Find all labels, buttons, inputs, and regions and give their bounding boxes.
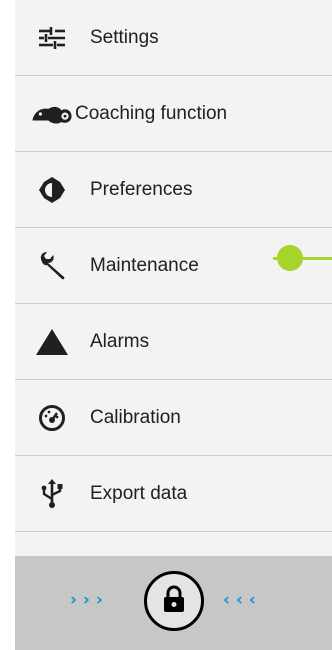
right-chevrons: ‹ ‹ ‹ bbox=[223, 590, 256, 610]
padlock-icon bbox=[163, 585, 185, 618]
unlock-button[interactable] bbox=[144, 571, 204, 631]
menu-item-alarms[interactable]: Alarms bbox=[15, 304, 332, 380]
gauge-icon bbox=[31, 398, 73, 438]
menu-item-label: Alarms bbox=[90, 330, 150, 352]
menu-item-calibration[interactable]: Calibration bbox=[15, 380, 332, 456]
menu-item-preferences[interactable]: Preferences bbox=[15, 152, 332, 228]
menu-item-label: Coaching function bbox=[75, 102, 228, 124]
brightness-icon bbox=[31, 170, 73, 210]
wrench-icon bbox=[31, 246, 73, 286]
menu-item-label: Preferences bbox=[90, 178, 193, 200]
lock-bar: › › › ‹ ‹ ‹ bbox=[15, 556, 332, 650]
menu-item-export-data[interactable]: Export data bbox=[15, 456, 332, 532]
usb-icon bbox=[31, 474, 73, 514]
sliders-icon bbox=[31, 18, 73, 58]
connector-dot bbox=[277, 245, 303, 271]
left-chevrons: › › › bbox=[70, 590, 103, 610]
menu-item-label: Export data bbox=[90, 482, 188, 504]
menu-item-coaching-function[interactable]: Coaching function bbox=[15, 76, 332, 152]
menu-item-settings[interactable]: Settings bbox=[15, 0, 332, 76]
menu-item-label: Calibration bbox=[90, 406, 181, 428]
warning-triangle-icon bbox=[31, 322, 73, 362]
chameleon-icon bbox=[31, 94, 73, 134]
side-menu: Settings Coaching function Preferences M… bbox=[15, 0, 332, 556]
menu-item-label: Maintenance bbox=[90, 254, 199, 276]
menu-item-label: Settings bbox=[90, 26, 159, 48]
